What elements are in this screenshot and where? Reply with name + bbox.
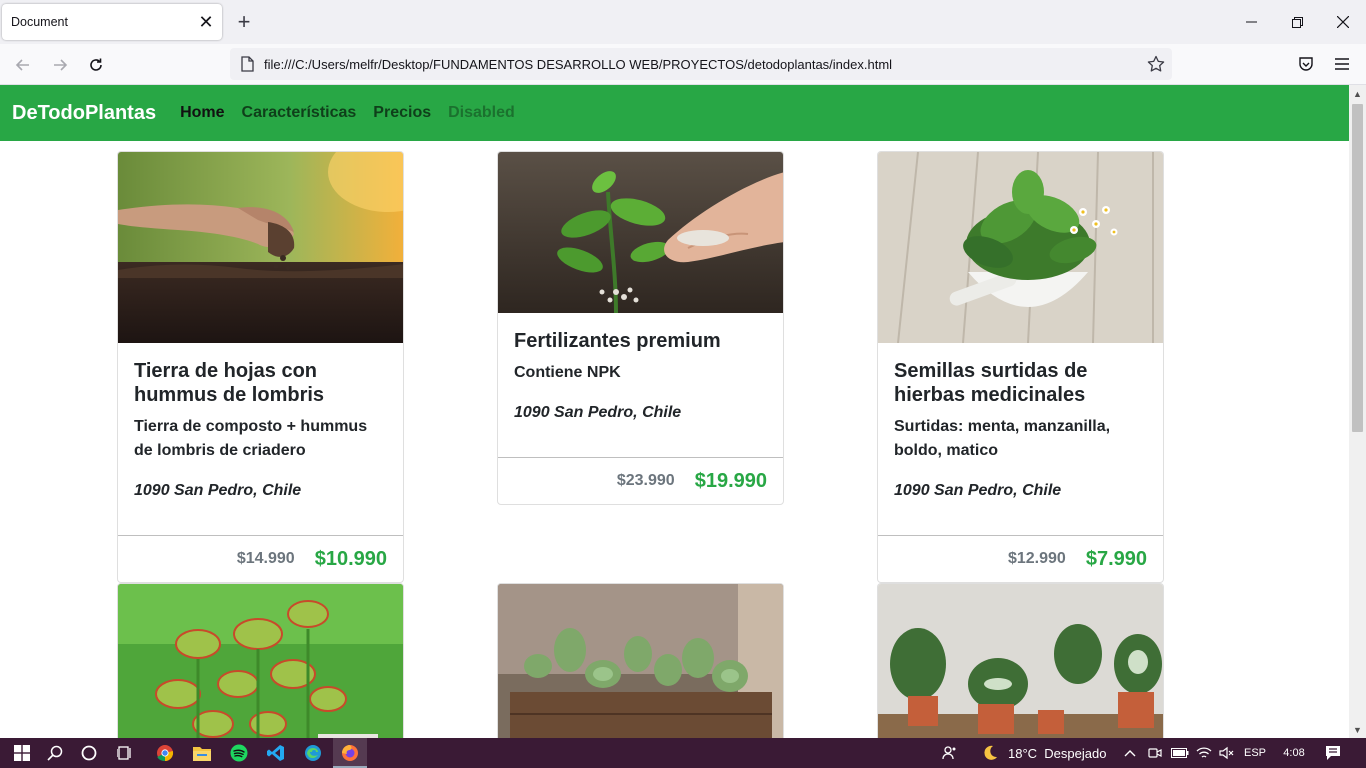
card-body: Semillas surtidas de hierbas medicinales… xyxy=(878,343,1163,503)
herbs-mortar-image xyxy=(878,152,1163,343)
cortana-icon[interactable] xyxy=(74,738,104,768)
edge-icon[interactable] xyxy=(297,738,329,768)
product-location: 1090 San Pedro, Chile xyxy=(134,482,302,499)
fertilizer-hand-image xyxy=(498,152,783,313)
product-location: 1090 San Pedro, Chile xyxy=(894,482,1062,499)
battery-icon[interactable] xyxy=(1168,738,1192,768)
firefox-icon[interactable] xyxy=(334,738,366,768)
product-title: Tierra de hojas con hummus de lombris xyxy=(134,360,325,406)
weather-text: 18°C Despejado xyxy=(1008,745,1107,761)
product-title: Semillas surtidas de hierbas medicinales xyxy=(894,360,1088,406)
new-tab-icon[interactable]: + xyxy=(230,8,258,36)
nav-link-disabled: Disabled xyxy=(448,104,515,121)
clock-time: 4:08 xyxy=(1283,747,1305,759)
sale-price: $19.990 xyxy=(694,469,767,492)
meet-now-icon[interactable] xyxy=(1144,738,1166,768)
old-price: $14.990 xyxy=(236,550,295,567)
back-arrow-icon[interactable] xyxy=(8,50,38,80)
site-brand[interactable]: DeTodoPlantas xyxy=(12,102,156,125)
soil-hand-image xyxy=(118,152,403,343)
reload-icon[interactable] xyxy=(81,50,111,80)
scroll-down-arrow-icon[interactable]: ▼ xyxy=(1349,721,1366,738)
card-footer: $23.990 $19.990 xyxy=(498,457,783,504)
card-footer: $12.990 $7.990 xyxy=(878,535,1163,582)
product-title: Fertilizantes premium xyxy=(514,330,721,352)
card-body: Fertilizantes premium Contiene NPK 1090 … xyxy=(498,313,783,425)
product-description: Contiene NPK xyxy=(514,364,621,381)
product-description: Surtidas: menta, manzanilla, boldo, mati… xyxy=(894,418,1111,459)
browser-tab[interactable]: Document ✕ xyxy=(2,4,222,40)
system-clock[interactable]: 4:08 xyxy=(1274,738,1314,768)
product-card: Tierra de hojas con hummus de lombris Ti… xyxy=(117,151,404,583)
product-description: Tierra de composto + hummus de lombris d… xyxy=(134,418,368,459)
nav-link-home[interactable]: Home xyxy=(180,104,224,122)
site-navbar: DeTodoPlantas Home Características Preci… xyxy=(0,85,1349,141)
nav-link-pricing[interactable]: Precios xyxy=(373,104,431,122)
wifi-icon[interactable] xyxy=(1193,738,1215,768)
page-viewport: DeTodoPlantas Home Características Preci… xyxy=(0,85,1349,738)
scroll-up-arrow-icon[interactable]: ▲ xyxy=(1349,85,1366,102)
hamburger-menu-icon[interactable] xyxy=(1328,50,1356,78)
nav-link-features[interactable]: Características xyxy=(242,104,357,122)
product-location: 1090 San Pedro, Chile xyxy=(514,404,682,421)
product-card xyxy=(117,583,404,738)
sale-price: $7.990 xyxy=(1085,547,1147,570)
page-icon xyxy=(230,56,264,72)
address-bar[interactable]: file:///C:/Users/melfr/Desktop/FUNDAMENT… xyxy=(230,48,1172,80)
volume-muted-icon[interactable] xyxy=(1216,738,1238,768)
succulents-box-image xyxy=(498,584,783,738)
input-language[interactable]: ESP xyxy=(1240,738,1270,768)
show-hidden-icons-chevron-icon[interactable] xyxy=(1120,738,1140,768)
product-card xyxy=(497,583,784,738)
card-footer: $14.990 $10.990 xyxy=(118,535,403,582)
close-window-icon[interactable] xyxy=(1320,0,1366,44)
chrome-icon[interactable] xyxy=(149,738,181,768)
product-card xyxy=(877,583,1164,738)
old-price: $12.990 xyxy=(1007,550,1066,567)
search-icon[interactable] xyxy=(40,738,70,768)
browser-tab-strip: Document ✕ + xyxy=(0,0,1366,44)
old-price: $23.990 xyxy=(616,472,675,489)
close-tab-icon[interactable]: ✕ xyxy=(192,8,220,36)
restore-window-icon[interactable] xyxy=(1274,0,1320,44)
windows-taskbar: 18°C Despejado ESP 4:08 xyxy=(0,738,1366,768)
spotify-icon[interactable] xyxy=(223,738,255,768)
vscode-icon[interactable] xyxy=(260,738,292,768)
bookmark-star-icon[interactable] xyxy=(1140,55,1172,73)
forward-arrow-icon[interactable] xyxy=(45,50,75,80)
product-card: Semillas surtidas de hierbas medicinales… xyxy=(877,151,1164,583)
product-card: Fertilizantes premium Contiene NPK 1090 … xyxy=(497,151,784,505)
minimize-window-icon[interactable] xyxy=(1228,0,1274,44)
scrollbar-thumb[interactable] xyxy=(1352,104,1363,432)
weather-moon-icon[interactable] xyxy=(976,738,1004,768)
task-view-icon[interactable] xyxy=(110,738,140,768)
venus-flytrap-image xyxy=(118,584,403,738)
url-text[interactable]: file:///C:/Users/melfr/Desktop/FUNDAMENT… xyxy=(264,57,1140,72)
weather-widget[interactable]: 18°C Despejado xyxy=(1008,738,1118,768)
people-icon[interactable] xyxy=(938,738,962,768)
page-scrollbar[interactable]: ▲ ▼ xyxy=(1349,85,1366,738)
card-body: Tierra de hojas con hummus de lombris Ti… xyxy=(118,343,403,503)
sale-price: $10.990 xyxy=(314,547,387,570)
file-explorer-icon[interactable] xyxy=(186,738,218,768)
language-label: ESP xyxy=(1243,747,1266,759)
browser-toolbar: file:///C:/Users/melfr/Desktop/FUNDAMENT… xyxy=(0,44,1366,85)
tab-title: Document xyxy=(11,15,68,29)
notifications-icon[interactable] xyxy=(1318,738,1348,768)
potted-plants-image xyxy=(878,584,1163,738)
windows-start-icon[interactable] xyxy=(4,738,40,768)
pocket-icon[interactable] xyxy=(1292,50,1320,78)
